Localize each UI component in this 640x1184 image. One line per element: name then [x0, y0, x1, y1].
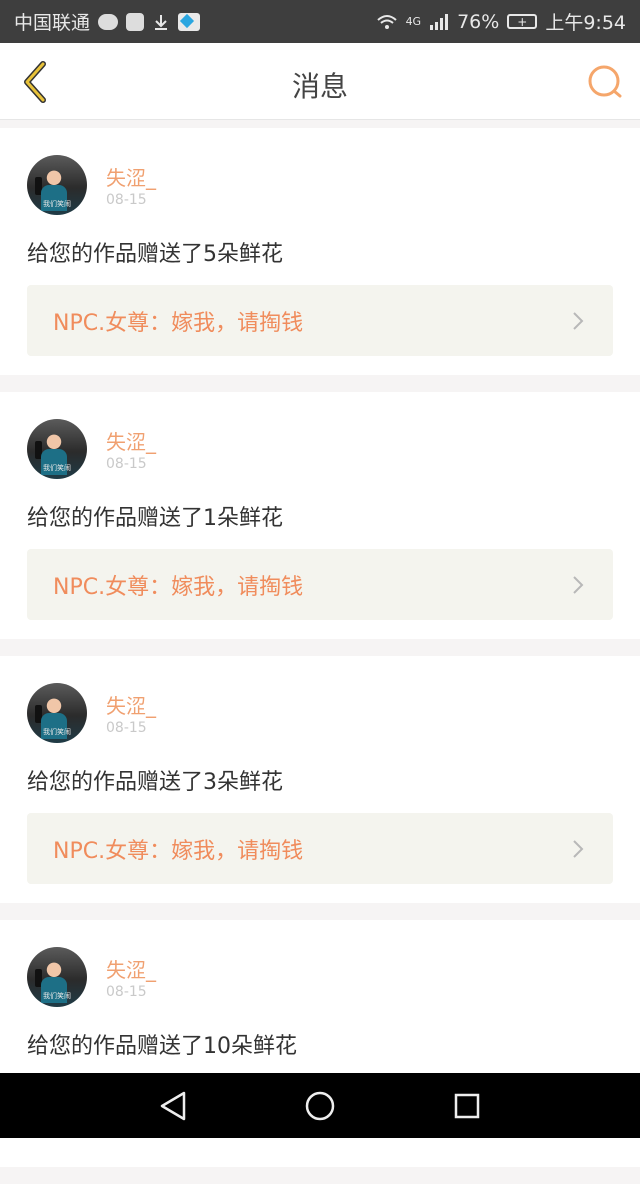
app-header: 消息 [0, 43, 640, 120]
chevron-right-icon [569, 311, 587, 330]
chevron-right-icon [569, 575, 587, 594]
avatar-caption: 我们笑闹 [43, 728, 71, 736]
avatar[interactable]: 我们笑闹 [27, 419, 87, 479]
avatar[interactable]: 我们笑闹 [27, 155, 87, 215]
pet-app-icon [126, 12, 145, 31]
avatar-caption: 我们笑闹 [43, 200, 71, 208]
back-triangle-icon [161, 1091, 186, 1120]
avatar[interactable]: 我们笑闹 [27, 683, 87, 743]
status-bar: 中国联通 4G 76% + 上午9:54 [0, 0, 640, 43]
avatar-caption: 我们笑闹 [43, 464, 71, 472]
status-right: 4G 76% + 上午9:54 [376, 8, 626, 35]
message-text: 给您的作品赠送了10朵鲜花 [27, 1034, 297, 1059]
download-icon [152, 13, 170, 31]
work-title: NPC.女尊：嫁我，请掏钱 [53, 838, 304, 864]
search-button[interactable] [586, 63, 624, 101]
work-title: NPC.女尊：嫁我，请掏钱 [53, 574, 304, 600]
wechat-icon [98, 13, 119, 30]
message-card: 我们笑闹 失涩_ 08-15 给您的作品赠送了1朵鲜花 NPC.女尊：嫁我，请掏… [0, 392, 640, 639]
clock: 上午9:54 [545, 12, 626, 34]
page-title: 消息 [291, 70, 348, 103]
message-feed: 我们笑闹 失涩_ 08-15 给您的作品赠送了5朵鲜花 NPC.女尊：嫁我，请掏… [0, 128, 640, 1184]
message-card: 我们笑闹 失涩_ 08-15 给您的作品赠送了5朵鲜花 NPC.女尊：嫁我，请掏… [0, 128, 640, 375]
signal-icon [429, 13, 449, 31]
message-date: 08-15 [106, 720, 147, 736]
battery-percent: 76% [457, 10, 500, 33]
recents-square-icon [454, 1093, 479, 1118]
battery-icon: + [507, 14, 538, 29]
system-nav-bar [0, 1073, 640, 1138]
status-left: 中国联通 [14, 8, 201, 35]
message-date: 08-15 [106, 192, 147, 208]
user-name[interactable]: 失涩_ [106, 954, 156, 983]
work-link[interactable]: NPC.女尊：嫁我，请掏钱 [27, 813, 613, 884]
nav-back-button[interactable] [153, 1086, 193, 1126]
message-date: 08-15 [106, 456, 147, 472]
message-text: 给您的作品赠送了5朵鲜花 [27, 242, 283, 267]
video-app-icon [178, 12, 201, 31]
message-text: 给您的作品赠送了3朵鲜花 [27, 770, 283, 795]
avatar[interactable]: 我们笑闹 [27, 947, 87, 1007]
nav-recents-button[interactable] [447, 1086, 487, 1126]
work-title: NPC.女尊：嫁我，请掏钱 [53, 310, 304, 336]
user-name[interactable]: 失涩_ [106, 162, 156, 191]
user-name[interactable]: 失涩_ [106, 426, 156, 455]
message-date: 08-15 [106, 984, 147, 1000]
home-circle-icon [305, 1091, 335, 1120]
user-name[interactable]: 失涩_ [106, 690, 156, 719]
work-link[interactable]: NPC.女尊：嫁我，请掏钱 [27, 549, 613, 620]
avatar-caption: 我们笑闹 [43, 992, 71, 1000]
network-type: 4G [405, 15, 422, 28]
message-card: 我们笑闹 失涩_ 08-15 给您的作品赠送了3朵鲜花 NPC.女尊：嫁我，请掏… [0, 656, 640, 903]
work-link[interactable]: NPC.女尊：嫁我，请掏钱 [27, 285, 613, 356]
search-icon [588, 65, 622, 98]
battery-charging-mark: + [517, 14, 528, 29]
message-text: 给您的作品赠送了1朵鲜花 [27, 506, 283, 531]
nav-home-button[interactable] [300, 1086, 340, 1126]
chevron-right-icon [569, 839, 587, 858]
carrier-label: 中国联通 [14, 12, 91, 34]
wifi-icon [376, 13, 398, 31]
